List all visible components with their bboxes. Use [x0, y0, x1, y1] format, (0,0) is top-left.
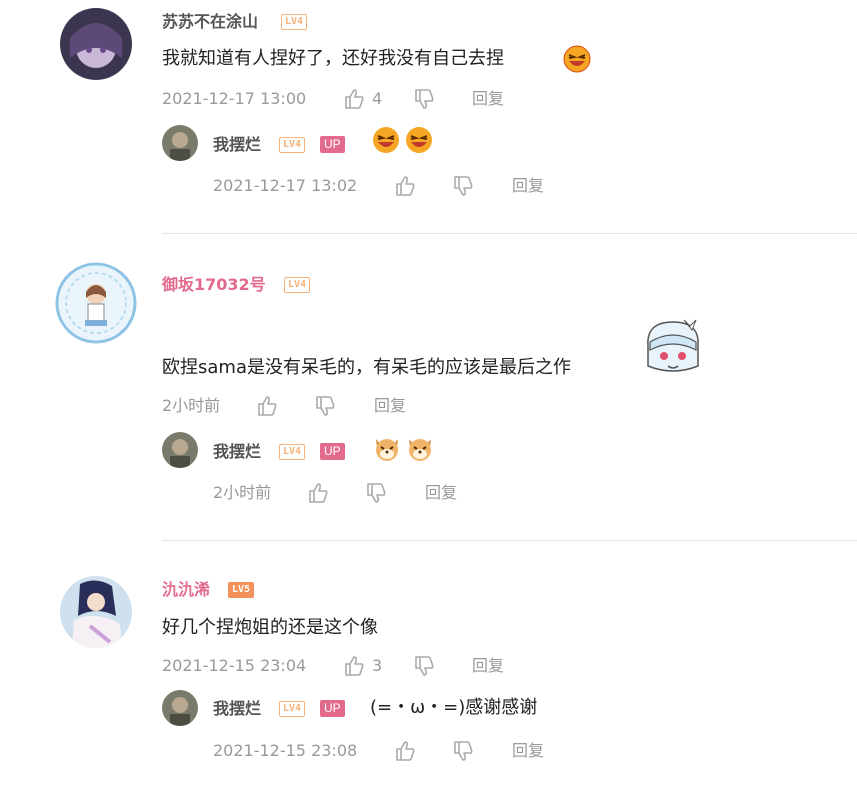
username[interactable]: 氿氿浠	[162, 580, 210, 600]
reply-username[interactable]: 我摆烂	[213, 699, 261, 719]
username[interactable]: 苏苏不在涂山	[162, 12, 258, 32]
reply-button[interactable]: 回复	[374, 396, 406, 416]
level-badge: LV4	[281, 14, 308, 30]
up-badge: UP	[320, 443, 345, 460]
thumb-down-icon[interactable]	[413, 655, 435, 677]
thumb-down-icon[interactable]	[413, 88, 435, 110]
thumb-down-icon[interactable]	[314, 395, 336, 417]
avatar[interactable]	[55, 262, 137, 344]
thumb-up-icon[interactable]	[394, 175, 416, 197]
reply-text: (=・ω・=)感谢感谢	[370, 697, 538, 718]
thumb-up-icon[interactable]	[343, 88, 365, 110]
comment-time: 2021-12-15 23:04	[162, 656, 307, 675]
chibi-sticker-icon	[647, 319, 699, 372]
thumb-up-icon[interactable]	[256, 395, 278, 417]
thumb-down-icon[interactable]	[452, 175, 474, 197]
username[interactable]: 御坂17032号	[162, 275, 266, 295]
reply-button[interactable]: 回复	[512, 741, 544, 761]
dog-emoji-icon	[376, 439, 398, 461]
level-badge: LV4	[284, 277, 311, 293]
reply-avatar[interactable]	[162, 690, 198, 726]
thumb-up-icon[interactable]	[394, 740, 416, 762]
level-badge: LV4	[279, 137, 306, 153]
laughing-emoji-icon	[406, 127, 432, 153]
up-badge: UP	[320, 700, 345, 717]
reply-username[interactable]: 我摆烂	[213, 442, 261, 462]
reply-username[interactable]: 我摆烂	[213, 135, 261, 155]
reply-button[interactable]: 回复	[512, 176, 544, 196]
dog-emoji-icon	[409, 439, 431, 461]
comment-time: 2小时前	[162, 396, 221, 415]
thumb-down-icon[interactable]	[452, 740, 474, 762]
thumb-up-icon[interactable]	[343, 655, 365, 677]
like-count: 4	[372, 89, 383, 108]
divider	[162, 233, 857, 234]
up-badge: UP	[320, 136, 345, 153]
thumb-down-icon[interactable]	[365, 482, 387, 504]
level-badge: LV4	[279, 701, 306, 717]
avatar[interactable]	[60, 8, 132, 80]
avatar[interactable]	[60, 576, 132, 648]
comment-text: 欧捏sama是没有呆毛的，有呆毛的应该是最后之作	[162, 357, 571, 378]
reply-button[interactable]: 回复	[472, 89, 504, 109]
level-badge: LV5	[228, 582, 255, 598]
comment-text: 我就知道有人捏好了，还好我没有自己去捏	[162, 48, 504, 69]
reply-time: 2小时前	[213, 483, 272, 502]
level-badge: LV4	[279, 444, 306, 460]
reply-time: 2021-12-15 23:08	[213, 741, 358, 760]
laughing-emoji-icon	[563, 45, 591, 73]
reply-button[interactable]: 回复	[425, 483, 457, 503]
comment-text: 好几个捏炮姐的还是这个像	[162, 617, 378, 638]
thumb-up-icon[interactable]	[307, 482, 329, 504]
reply-button[interactable]: 回复	[472, 656, 504, 676]
like-count: 3	[372, 656, 383, 675]
reply-time: 2021-12-17 13:02	[213, 176, 358, 195]
divider	[162, 540, 857, 541]
laughing-emoji-icon	[373, 127, 399, 153]
reply-avatar[interactable]	[162, 125, 198, 161]
comment-time: 2021-12-17 13:00	[162, 89, 307, 108]
reply-avatar[interactable]	[162, 432, 198, 468]
